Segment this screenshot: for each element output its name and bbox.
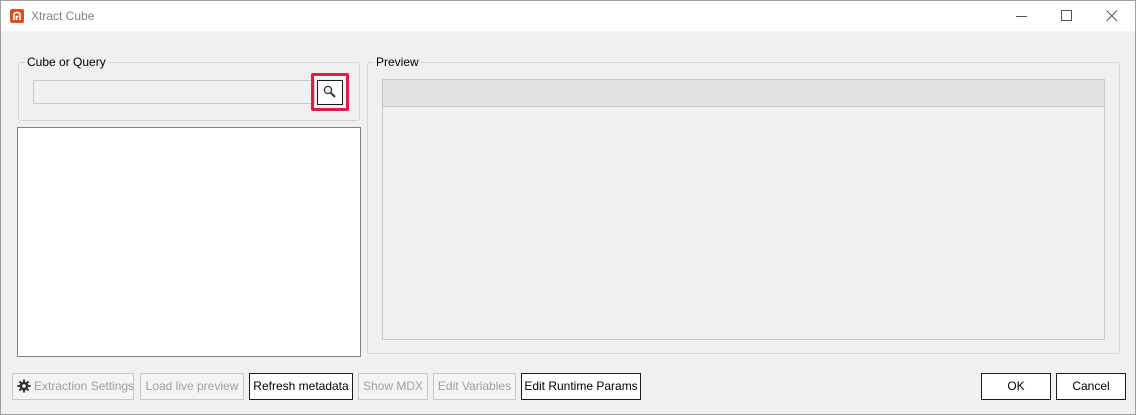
gear-icon (17, 379, 31, 393)
extraction-settings-button[interactable]: Extraction Settings (12, 373, 134, 400)
minimize-icon (1016, 16, 1027, 17)
preview-grid[interactable] (382, 79, 1105, 340)
search-button-highlight (311, 73, 349, 111)
load-live-preview-button[interactable]: Load live preview (140, 373, 244, 400)
close-button[interactable] (1089, 1, 1135, 31)
app-logo-icon (10, 9, 24, 23)
cube-or-query-legend: Cube or Query (27, 55, 106, 69)
maximize-button[interactable] (1044, 1, 1090, 31)
cancel-button[interactable]: Cancel (1056, 373, 1126, 400)
ok-button[interactable]: OK (981, 373, 1051, 400)
edit-runtime-params-button[interactable]: Edit Runtime Params (521, 373, 641, 400)
show-mdx-button[interactable]: Show MDX (358, 373, 428, 400)
preview-grid-header (383, 80, 1104, 107)
cube-metadata-tree[interactable] (17, 127, 361, 357)
maximize-icon (1061, 10, 1072, 21)
extraction-settings-label: Extraction Settings (34, 379, 135, 393)
title-bar: Xtract Cube (1, 1, 1135, 31)
preview-legend: Preview (376, 55, 419, 69)
edit-variables-button[interactable]: Edit Variables (433, 373, 516, 400)
minimize-button[interactable] (999, 1, 1045, 31)
window-title: Xtract Cube (31, 9, 95, 23)
refresh-metadata-button[interactable]: Refresh metadata (249, 373, 353, 400)
xtract-cube-window: Xtract Cube Cube or Query Preview Extrac… (0, 0, 1136, 415)
cube-query-input[interactable] (33, 80, 315, 104)
close-icon (1106, 10, 1118, 22)
